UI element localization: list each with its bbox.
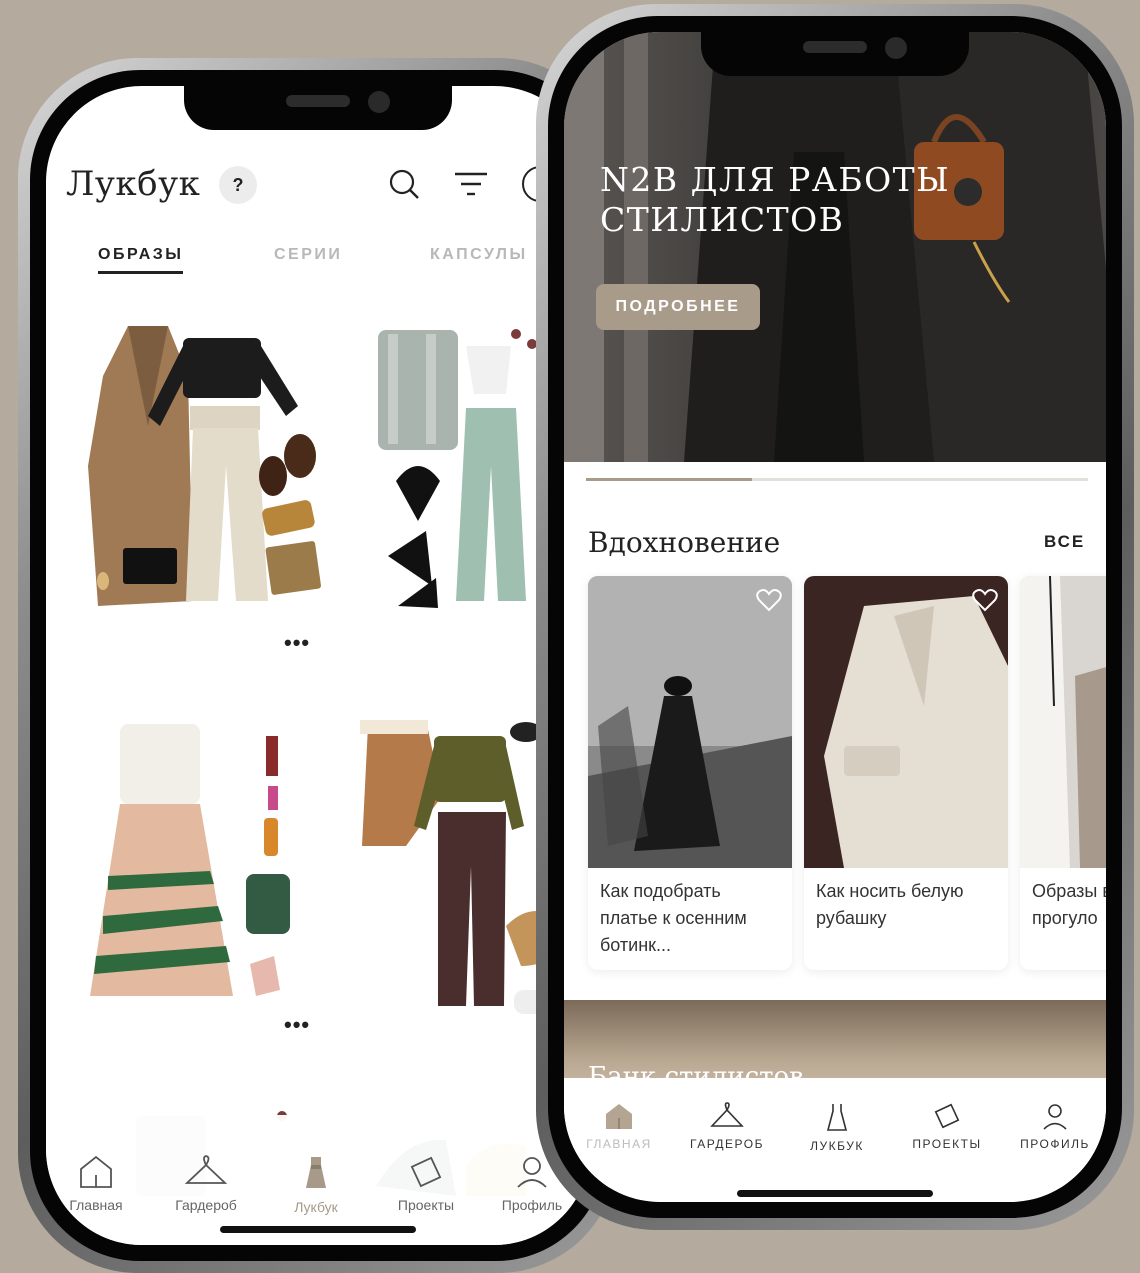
- outfit-card[interactable]: [68, 316, 328, 626]
- person-icon: [517, 1157, 547, 1188]
- tab-label: ГАРДЕРОБ: [690, 1137, 764, 1151]
- tab-label: ПРОЕКТЫ: [912, 1137, 982, 1151]
- tab-label: ПРОФИЛЬ: [1020, 1137, 1090, 1151]
- notch: [701, 32, 969, 76]
- lookbook-tabs: ОБРАЗЫ СЕРИИ КАПСУЛЫ: [98, 246, 590, 282]
- card-caption: Как подобрать платье к осенним ботинк...: [600, 881, 747, 955]
- tab-wardrobe[interactable]: Гардероб: [156, 1155, 256, 1213]
- phone-left: Лукбук ? ОБРАЗЫ СЕРИИ КАПСУЛЫ ••• ••• Гл…: [18, 58, 618, 1273]
- card-caption: Как носить белую рубашку: [816, 881, 964, 928]
- diamond-icon: [934, 1103, 960, 1129]
- phone-left-bezel: Лукбук ? ОБРАЗЫ СЕРИИ КАПСУЛЫ ••• ••• Гл…: [30, 70, 606, 1261]
- card-photo: [804, 576, 1008, 868]
- tab-label: ЛУКБУК: [810, 1139, 864, 1153]
- tab-capsules[interactable]: КАПСУЛЫ: [430, 246, 528, 274]
- dress-icon: [306, 1157, 326, 1188]
- hero-photo: [564, 32, 1106, 462]
- tab-home[interactable]: Главная: [46, 1155, 146, 1213]
- tab-label: Профиль: [501, 1197, 563, 1213]
- heart-icon[interactable]: [972, 588, 998, 616]
- more-details-button[interactable]: ПОДРОБНЕЕ: [596, 284, 760, 330]
- home-indicator: [220, 1226, 416, 1233]
- inspiration-card[interactable]: Как носить белую рубашку: [804, 576, 1008, 970]
- tab-label: Проекты: [397, 1197, 455, 1213]
- outfit-more-button[interactable]: •••: [284, 1012, 310, 1038]
- help-button[interactable]: ?: [219, 166, 257, 204]
- diamond-icon: [410, 1156, 442, 1188]
- phone-right-bezel: N2B ДЛЯ РАБОТЫ СТИЛИСТОВ ПОДРОБНЕЕ Вдохн…: [548, 16, 1122, 1218]
- home-indicator: [737, 1190, 933, 1197]
- card-caption: Образы вечерни прогуло: [1032, 881, 1106, 928]
- see-all-link[interactable]: ВСЕ: [1044, 532, 1085, 552]
- inspiration-card[interactable]: Образы вечерни прогуло: [1020, 576, 1106, 970]
- section-title: Вдохновение: [588, 526, 781, 559]
- hanger-icon: [710, 1102, 744, 1127]
- search-icon[interactable]: [384, 164, 424, 204]
- tab-label: Гардероб: [175, 1197, 237, 1213]
- tab-label: ГЛАВНАЯ: [586, 1137, 652, 1151]
- tab-home[interactable]: ГЛАВНАЯ: [564, 1102, 674, 1151]
- notch: [184, 86, 452, 130]
- card-photo: [588, 576, 792, 868]
- tab-label: Лукбук: [294, 1199, 338, 1215]
- hero-title: N2B ДЛЯ РАБОТЫ СТИЛИСТОВ: [600, 160, 951, 239]
- inspiration-card[interactable]: Как подобрать платье к осенним ботинк...: [588, 576, 792, 970]
- tab-profile[interactable]: ПРОФИЛЬ: [1000, 1102, 1106, 1151]
- tab-projects[interactable]: ПРОЕКТЫ: [892, 1102, 1002, 1151]
- tab-projects[interactable]: Проекты: [376, 1155, 476, 1213]
- home-screen: N2B ДЛЯ РАБОТЫ СТИЛИСТОВ ПОДРОБНЕЕ Вдохн…: [564, 32, 1106, 1202]
- dress-icon: [826, 1104, 848, 1131]
- hanger-icon: [184, 1155, 228, 1184]
- tab-lookbook[interactable]: ЛУКБУК: [782, 1102, 892, 1153]
- hero-banner[interactable]: N2B ДЛЯ РАБОТЫ СТИЛИСТОВ ПОДРОБНЕЕ: [564, 32, 1106, 462]
- tab-label: Главная: [69, 1197, 123, 1213]
- home-icon: [606, 1104, 632, 1129]
- bottom-tab-bar: ГЛАВНАЯ ГАРДЕРОБ ЛУКБУК ПРОЕКТЫ ПРОФИЛЬ: [564, 1078, 1106, 1188]
- heart-icon[interactable]: [756, 588, 782, 616]
- lookbook-screen: Лукбук ? ОБРАЗЫ СЕРИИ КАПСУЛЫ ••• ••• Гл…: [46, 86, 590, 1245]
- carousel-progress: [586, 478, 1088, 481]
- filter-icon[interactable]: [451, 164, 491, 204]
- tab-series[interactable]: СЕРИИ: [274, 246, 342, 274]
- phone-right: N2B ДЛЯ РАБОТЫ СТИЛИСТОВ ПОДРОБНЕЕ Вдохн…: [536, 4, 1134, 1230]
- outfit-more-button[interactable]: •••: [284, 630, 310, 656]
- tab-outfits[interactable]: ОБРАЗЫ: [98, 246, 184, 274]
- page-title: Лукбук: [66, 164, 201, 204]
- tab-lookbook[interactable]: Лукбук: [266, 1155, 366, 1215]
- carousel-progress-fill: [586, 478, 752, 481]
- card-photo: [1020, 576, 1106, 868]
- tab-wardrobe[interactable]: ГАРДЕРОБ: [672, 1102, 782, 1151]
- lookbook-header: Лукбук ?: [66, 164, 590, 208]
- outfit-card[interactable]: [78, 706, 328, 1026]
- person-icon: [1043, 1104, 1067, 1130]
- home-icon: [80, 1155, 112, 1188]
